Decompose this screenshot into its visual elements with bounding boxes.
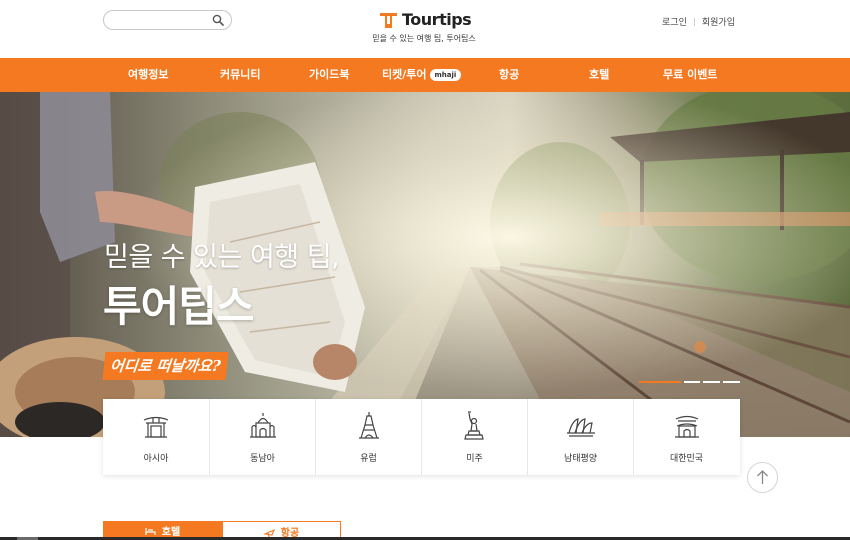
slide-indicators: [639, 381, 741, 385]
region-label: 남태평양: [563, 454, 598, 464]
nav-item-tickets-tours[interactable]: 티켓/투어 mhaji: [382, 58, 462, 92]
divider: [693, 18, 695, 26]
nav-label: 여행정보: [128, 68, 169, 81]
korea-gate-icon: [675, 415, 699, 438]
region-selector: 아시아 동남아 유럽 미주 남태평양 대한민국: [103, 399, 740, 475]
search-box[interactable]: [103, 10, 232, 30]
nav-label: 가이드북: [309, 68, 350, 81]
nav-label: 무료 이벤트: [663, 68, 718, 81]
login-link[interactable]: 로그인: [662, 18, 687, 28]
nav-item-travel-info[interactable]: 여행정보: [128, 58, 168, 92]
region-korea[interactable]: 대한민국: [633, 399, 739, 475]
signup-link[interactable]: 회원가입: [702, 18, 735, 28]
hero-title: 투어팁스: [103, 282, 255, 331]
asia-gate-icon: [143, 416, 169, 438]
region-asia[interactable]: 아시아: [103, 399, 209, 475]
page: Tourtips 믿을 수 있는 여행 팁, 투어팁스 로그인 회원가입 여행정보…: [0, 0, 850, 540]
region-label: 유럽: [360, 454, 377, 464]
slide-indicator-2[interactable]: [684, 381, 700, 383]
region-americas[interactable]: 미주: [421, 399, 527, 475]
nav-item-hotels[interactable]: 호텔: [589, 58, 609, 92]
region-label: 대한민국: [669, 454, 704, 464]
region-label: 아시아: [143, 454, 169, 464]
airplane-icon: [263, 528, 275, 537]
scroll-to-top-button[interactable]: [747, 462, 778, 493]
nav-item-flights[interactable]: 항공: [499, 58, 519, 92]
arrow-up-icon: [757, 470, 768, 484]
sydney-opera-house-icon: [567, 418, 595, 437]
hero-banner[interactable]: 믿을 수 있는 여행 팁, 투어팁스 어디로 떠날까요?: [0, 92, 850, 437]
eiffel-tower-icon: [359, 412, 379, 439]
nav-label: 커뮤니티: [220, 68, 261, 81]
region-label: 미주: [466, 454, 483, 464]
region-europe[interactable]: 유럽: [315, 399, 421, 475]
region-southeast-asia[interactable]: 동남아: [209, 399, 315, 475]
search-icon[interactable]: [212, 14, 224, 26]
header: Tourtips 믿을 수 있는 여행 팁, 투어팁스 로그인 회원가입: [0, 0, 850, 58]
statue-of-liberty-icon: [464, 411, 484, 440]
logo-text: Tourtips: [402, 10, 472, 29]
hero-subtitle: 믿을 수 있는 여행 팁,: [104, 242, 340, 273]
nav-label: 항공: [499, 68, 520, 81]
nav-item-free-events[interactable]: 무료 이벤트: [663, 58, 717, 92]
main-nav: 여행정보 커뮤니티 가이드북 티켓/투어 mhaji 항공 호텔 무료 이벤트: [0, 58, 850, 92]
tagline: 믿을 수 있는 여행 팁, 투어팁스: [372, 34, 476, 43]
slide-indicator-1[interactable]: [639, 381, 681, 383]
search-input[interactable]: [114, 13, 210, 27]
slide-indicator-4[interactable]: [723, 381, 740, 383]
where-to-go-button[interactable]: 어디로 떠날까요?: [102, 352, 229, 380]
slide-indicator-3[interactable]: [703, 381, 720, 383]
nav-label: 호텔: [589, 68, 610, 81]
region-south-pacific[interactable]: 남태평양: [527, 399, 633, 475]
tourtips-logo-icon: [380, 13, 397, 28]
mhaji-badge: mhaji: [429, 69, 462, 81]
logo[interactable]: Tourtips: [379, 10, 472, 31]
user-menu: 로그인 회원가입: [662, 15, 735, 28]
nav-label: 티켓/투어: [382, 68, 427, 81]
hotel-icon: [145, 528, 156, 535]
region-label: 동남아: [250, 454, 275, 464]
nav-item-community[interactable]: 커뮤니티: [220, 58, 260, 92]
southeast-asia-temple-icon: [250, 413, 276, 438]
nav-item-guidebook[interactable]: 가이드북: [309, 58, 349, 92]
